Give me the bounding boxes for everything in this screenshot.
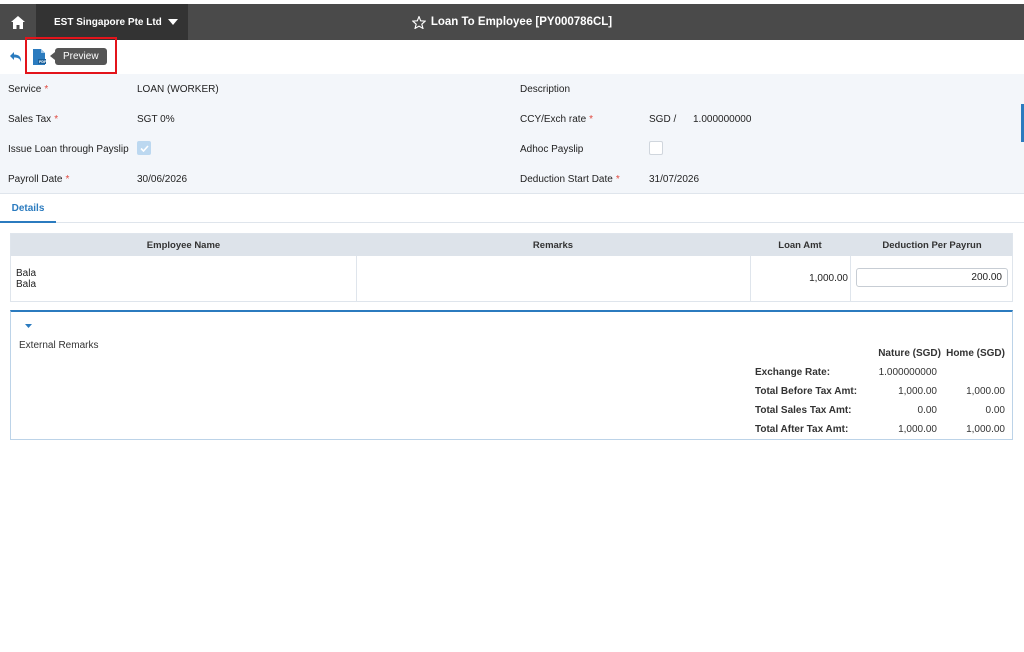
totals-row: Exchange Rate: 1.000000000	[755, 363, 1005, 382]
form-row-dates: Payroll Date * 30/06/2026 Deduction Start…	[0, 164, 1024, 194]
totals-home: 1,000.00	[966, 386, 1005, 397]
top-bar: EST Singapore Pte Ltd Loan To Employee […	[0, 4, 1024, 40]
sales-tax-value[interactable]: SGT 0%	[137, 114, 175, 125]
payroll-date-label: Payroll Date *	[8, 174, 70, 185]
undo-icon	[9, 52, 21, 62]
service-label: Service *	[8, 84, 49, 95]
toolbar: PDF	[0, 40, 1024, 74]
grid-divider	[356, 256, 357, 301]
adhoc-label: Adhoc Payslip	[520, 144, 584, 155]
sales-tax-label: Sales Tax *	[8, 114, 59, 125]
totals-nature: 1.000000000	[878, 367, 937, 378]
star-icon[interactable]	[411, 15, 426, 29]
col-loan-amt[interactable]: Loan Amt	[750, 240, 850, 251]
service-value[interactable]: LOAN (WORKER)	[137, 84, 219, 95]
employee-name-sub: Bala	[16, 279, 37, 290]
totals-label: Total Before Tax Amt:	[755, 386, 858, 397]
totals-home: 0.00	[985, 405, 1005, 416]
totals-nature: 0.00	[917, 405, 937, 416]
ccy-label: CCY/Exch rate *	[520, 114, 594, 125]
external-remarks-label: External Remarks	[19, 340, 99, 351]
totals-nature: 1,000.00	[898, 386, 937, 397]
undo-button[interactable]	[8, 49, 24, 65]
header-form: Service * LOAN (WORKER) Description Sales…	[0, 74, 1024, 194]
details-grid: Employee Name Remarks Loan Amt Deduction…	[10, 233, 1013, 302]
issue-loan-label: Issue Loan through Payslip	[8, 144, 129, 155]
col-deduction[interactable]: Deduction Per Payrun	[850, 240, 1014, 251]
col-nature: Nature (SGD)	[878, 348, 941, 359]
tab-details[interactable]: Details	[0, 195, 56, 223]
totals-row: Total After Tax Amt: 1,000.00 1,000.00	[755, 420, 1005, 439]
deduction-input[interactable]	[856, 268, 1008, 287]
payroll-date-value[interactable]: 30/06/2026	[137, 174, 187, 185]
totals-header: Nature (SGD) Home (SGD)	[755, 344, 1005, 363]
col-home: Home (SGD)	[946, 348, 1005, 359]
highlight-box	[25, 37, 117, 74]
totals-row: Total Before Tax Amt: 1,000.00 1,000.00	[755, 382, 1005, 401]
totals-label: Total Sales Tax Amt:	[755, 405, 852, 416]
exch-rate-value[interactable]: 1.000000000	[693, 114, 751, 125]
company-selector[interactable]: EST Singapore Pte Ltd	[36, 4, 188, 40]
col-employee-name[interactable]: Employee Name	[11, 240, 356, 251]
totals-table: Nature (SGD) Home (SGD) Exchange Rate: 1…	[755, 344, 1005, 439]
col-remarks[interactable]: Remarks	[356, 240, 750, 251]
loan-amt-cell: 1,000.00	[809, 273, 848, 284]
company-name: EST Singapore Pte Ltd	[54, 16, 162, 28]
summary-panel: External Remarks Nature (SGD) Home (SGD)…	[10, 310, 1013, 440]
check-icon	[139, 144, 149, 152]
form-row-sales-tax: Sales Tax * SGT 0% CCY/Exch rate * SGD / 1…	[0, 104, 1024, 134]
grid-divider	[850, 256, 851, 301]
grid-header: Employee Name Remarks Loan Amt Deduction…	[11, 234, 1012, 256]
deduction-start-value[interactable]: 31/07/2026	[649, 174, 699, 185]
home-icon	[11, 15, 25, 29]
employee-name: Bala	[16, 268, 37, 279]
issue-loan-checkbox[interactable]	[137, 141, 151, 155]
ccy-value[interactable]: SGD /	[649, 114, 676, 125]
table-row[interactable]: Bala Bala 1,000.00	[11, 256, 1012, 301]
totals-row: Total Sales Tax Amt: 0.00 0.00	[755, 401, 1005, 420]
totals-nature: 1,000.00	[898, 424, 937, 435]
form-row-service: Service * LOAN (WORKER) Description	[0, 74, 1024, 104]
chevron-down-icon	[167, 17, 178, 28]
home-button[interactable]	[0, 4, 36, 40]
employee-name-cell: Bala Bala	[16, 268, 36, 290]
caret-down-icon	[24, 324, 32, 328]
totals-home: 1,000.00	[966, 424, 1005, 435]
deduction-start-label: Deduction Start Date *	[520, 174, 620, 185]
tab-bar: Details	[0, 195, 1024, 223]
description-label: Description	[520, 84, 571, 95]
adhoc-checkbox[interactable]	[649, 141, 663, 155]
form-row-payslip: Issue Loan through Payslip Adhoc Payslip	[0, 134, 1024, 164]
totals-label: Total After Tax Amt:	[755, 424, 849, 435]
collapse-toggle[interactable]	[23, 322, 33, 330]
totals-label: Exchange Rate:	[755, 367, 831, 378]
page-title: Loan To Employee [PY000786CL]	[430, 16, 613, 28]
